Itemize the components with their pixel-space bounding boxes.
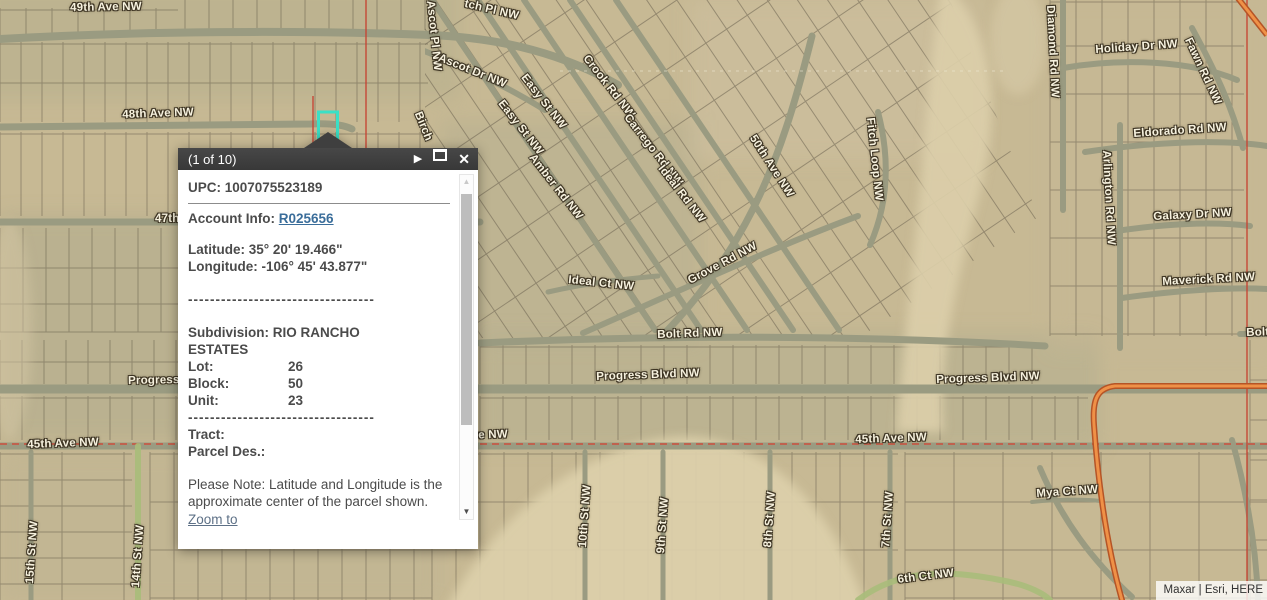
lot-row: Lot: 26 <box>188 358 450 375</box>
separator: ---------------------------------- <box>188 409 450 426</box>
popup-header: (1 of 10) ▶ ✕ <box>178 148 478 170</box>
block-value: 50 <box>288 375 303 392</box>
popup-pointer <box>304 132 352 148</box>
block-row: Block: 50 <box>188 375 450 392</box>
unit-label: Unit: <box>188 392 288 409</box>
parcel-des-label: Parcel Des.: <box>188 443 450 460</box>
map-app: { "popup": { "pager": "(1 of 10)", "next… <box>0 0 1267 600</box>
scroll-up-icon[interactable]: ▲ <box>460 176 473 188</box>
account-info-label: Account Info: <box>188 211 275 226</box>
subdivision-value: Subdivision: RIO RANCHO ESTATES <box>188 324 393 358</box>
longitude-value: Longitude: -106° 45' 43.877" <box>188 258 450 275</box>
parcel-info-popup: (1 of 10) ▶ ✕ UPC: 1007075523189 Account… <box>178 148 478 549</box>
account-info-row: Account Info: R025656 <box>188 210 450 227</box>
scrollbar-thumb[interactable] <box>461 194 472 425</box>
tract-label: Tract: <box>188 426 450 443</box>
scroll-down-icon[interactable]: ▼ <box>460 506 473 518</box>
popup-scrollbar[interactable]: ▲ ▼ <box>459 174 474 520</box>
lot-label: Lot: <box>188 358 288 375</box>
zoom-to-link[interactable]: Zoom to <box>188 511 238 528</box>
divider <box>188 203 450 204</box>
next-feature-button[interactable]: ▶ <box>414 148 422 170</box>
popup-pager: (1 of 10) <box>188 152 403 167</box>
unit-value: 23 <box>288 392 303 409</box>
map-attribution: Maxar | Esri, HERE <box>1156 581 1267 600</box>
maximize-icon <box>433 149 447 161</box>
close-button[interactable]: ✕ <box>458 148 470 170</box>
maximize-button[interactable] <box>433 148 447 170</box>
separator: ---------------------------------- <box>188 291 450 308</box>
note-text: Please Note: Latitude and Longitude is t… <box>188 476 450 510</box>
unit-row: Unit: 23 <box>188 392 450 409</box>
popup-body: UPC: 1007075523189 Account Info: R025656… <box>178 170 478 549</box>
account-link[interactable]: R025656 <box>279 211 334 226</box>
lot-value: 26 <box>288 358 303 375</box>
block-label: Block: <box>188 375 288 392</box>
upc-value: UPC: 1007075523189 <box>188 179 450 196</box>
latitude-value: Latitude: 35° 20' 19.466" <box>188 241 450 258</box>
